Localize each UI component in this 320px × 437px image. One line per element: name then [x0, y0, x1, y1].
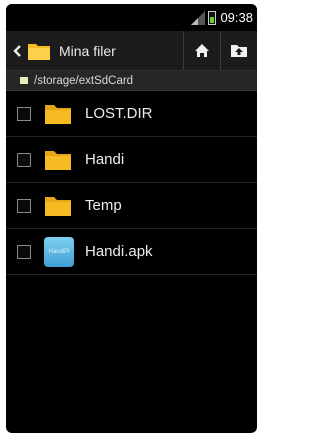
apk-icon: HandiPl [44, 236, 74, 267]
status-time: 09:38 [220, 10, 253, 25]
path-text: /storage/extSdCard [34, 74, 134, 87]
folder-icon [45, 196, 71, 216]
signal-icon [191, 10, 206, 25]
checkbox[interactable] [17, 244, 31, 259]
checkbox[interactable] [17, 106, 31, 121]
home-button[interactable] [183, 31, 220, 70]
folder-icon [45, 150, 71, 170]
checkbox[interactable] [17, 152, 31, 167]
folder-icon [28, 43, 50, 60]
file-name: Temp [85, 197, 122, 214]
file-name: Handi [85, 151, 125, 168]
phone-screen: 09:38 Mina filer /storage/extSdCard LOST… [6, 4, 257, 433]
home-icon [195, 44, 209, 57]
folder-up-button[interactable] [220, 31, 257, 70]
status-bar: 09:38 [6, 4, 257, 31]
chevron-left-icon [13, 44, 21, 57]
list-item[interactable]: Handi [6, 137, 257, 183]
folder-up-icon [231, 45, 247, 57]
back-button[interactable]: Mina filer [6, 31, 116, 70]
sd-card-icon [20, 77, 28, 84]
action-bar: Mina filer [6, 31, 257, 71]
folder-icon [45, 104, 71, 124]
list-item[interactable]: LOST.DIR [6, 91, 257, 137]
file-name: LOST.DIR [85, 105, 153, 122]
list-item[interactable]: HandiPl Handi.apk [6, 229, 257, 275]
list-item[interactable]: Temp [6, 183, 257, 229]
checkbox[interactable] [17, 198, 31, 213]
page-title: Mina filer [59, 42, 116, 59]
path-bar: /storage/extSdCard [6, 71, 257, 91]
file-name: Handi.apk [85, 243, 153, 260]
battery-icon [208, 10, 217, 25]
file-list: LOST.DIR Handi Temp HandiPl Handi.apk [6, 91, 257, 275]
